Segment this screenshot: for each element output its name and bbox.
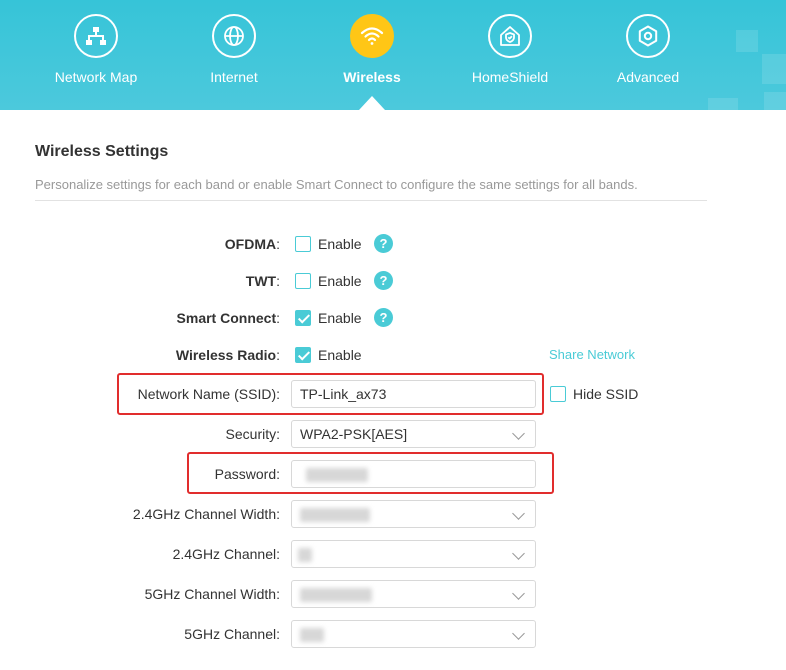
nav-tab-label: Advanced [616,69,680,85]
wireless-radio-enable-text: Enable [318,347,362,363]
blurred-value [300,508,370,522]
twt-help-icon[interactable]: ? [374,271,393,290]
network-map-icon [74,14,118,58]
wireless-radio-checkbox[interactable] [295,347,311,363]
nav-tab-homeshield[interactable]: HomeShield [445,0,575,110]
channel-5-label: 5GHz Channel: [184,626,280,642]
hide-ssid-label: Hide SSID [573,386,639,402]
password-input-field[interactable] [291,460,536,488]
nav-tab-label: HomeShield [471,69,549,85]
chevron-down-icon [512,547,525,560]
gear-icon [626,14,670,58]
smart-connect-help-icon[interactable]: ? [374,308,393,327]
nav-tab-internet[interactable]: Internet [169,0,299,110]
wireless-radio-label-text: Wireless Radio [175,347,277,363]
channel-24-label: 2.4GHz Channel: [172,546,280,562]
hide-ssid-checkbox[interactable] [550,386,566,402]
section-description: Personalize settings for each band or en… [35,177,638,192]
ssid-input-field[interactable] [291,380,536,408]
channel-24-select[interactable] [291,540,536,568]
password-label: Password: [214,466,280,482]
nav-tab-wireless[interactable]: Wireless [307,0,437,110]
channel-width-5-select[interactable] [291,580,536,608]
security-label: Security: [225,426,280,442]
channel-width-24-label: 2.4GHz Channel Width: [132,506,280,522]
label-colon: : [276,310,280,326]
nav-tab-label: Wireless [343,69,401,85]
chevron-down-icon [512,627,525,640]
ofdma-label: OFDMA: [225,236,280,252]
security-selected-value: WPA2-PSK[AES] [300,426,408,442]
wireless-radio-label: Wireless Radio: [176,347,280,363]
homeshield-icon [488,14,532,58]
twt-label-text: TWT [245,273,277,289]
ssid-input[interactable] [300,381,527,407]
twt-enable-text: Enable [318,273,362,289]
nav-tab-label: Network Map [54,69,138,85]
twt-checkbox[interactable] [295,273,311,289]
blurred-password-value [306,468,368,482]
divider [35,200,707,201]
smart-connect-checkbox[interactable] [295,310,311,326]
twt-label: TWT: [246,273,280,289]
nav-tab-network-map[interactable]: Network Map [31,0,161,110]
chevron-down-icon [512,507,525,520]
ssid-label: Network Name (SSID): [137,386,280,402]
security-select[interactable]: WPA2-PSK[AES] [291,420,536,448]
globe-icon [212,14,256,58]
ofdma-help-icon[interactable]: ? [374,234,393,253]
smart-connect-label: Smart Connect: [177,310,280,326]
channel-width-5-label: 5GHz Channel Width: [144,586,280,602]
share-network-link[interactable]: Share Network [549,347,635,362]
channel-width-24-select[interactable] [291,500,536,528]
ofdma-label-text: OFDMA [224,236,277,252]
ofdma-enable-text: Enable [318,236,362,252]
smart-connect-label-text: Smart Connect [176,310,277,326]
channel-5-select[interactable] [291,620,536,648]
label-colon: : [276,236,280,252]
top-navigation-bar: Network Map Internet Wireless HomeShield… [0,0,786,110]
blurred-value [298,548,312,562]
active-tab-pointer [359,96,385,110]
decorative-square [736,30,758,52]
chevron-down-icon [512,427,525,440]
blurred-value [300,628,324,642]
section-title: Wireless Settings [35,143,169,160]
decorative-square [762,54,786,84]
nav-tab-label: Internet [210,69,258,85]
label-colon: : [276,347,280,363]
wifi-icon [350,14,394,58]
blurred-value [300,588,372,602]
label-colon: : [276,273,280,289]
chevron-down-icon [512,587,525,600]
ofdma-checkbox[interactable] [295,236,311,252]
smart-connect-enable-text: Enable [318,310,362,326]
nav-tab-advanced[interactable]: Advanced [583,0,713,110]
decorative-square [764,92,786,110]
